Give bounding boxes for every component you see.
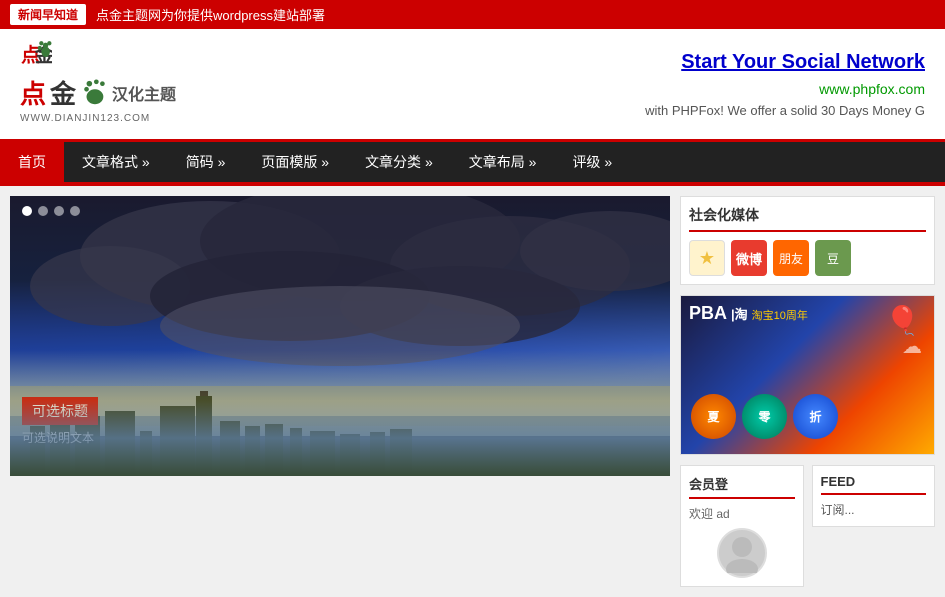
topbar-badge: 新闻早知道 [10,4,86,25]
social-media-widget: 社会化媒体 ★ 微博 朋友 豆 [680,196,935,285]
dot-4[interactable] [70,206,80,216]
feed-col: FEED 订阅... [812,465,936,587]
topbar-message: 点金主题网为你提供wordpress建站部署 [96,5,325,24]
logo-url: WWW.DIANJIN123.COM [20,113,150,124]
caption-subtitle: 可选说明文本 [22,429,98,446]
phpfox-url[interactable]: www.phpfox.com [645,78,925,100]
featured-svg [10,196,670,476]
logo-main: 点 金 [20,44,52,72]
feed-title: FEED [821,474,927,495]
feed-widget: FEED 订阅... [812,465,936,527]
header-right: Start Your Social Network www.phpfox.com… [645,46,925,121]
banner-circle-summer: 夏 [691,394,736,439]
banner-circle-extra: 折 [793,394,838,439]
member-widget: 会员登 欢迎 ad [680,465,804,587]
phpfox-desc: with PHPFox! We offer a solid 30 Days Mo… [645,101,925,122]
social-icon-douban[interactable]: 豆 [815,240,851,276]
balloon-icon: 🎈 [885,304,920,337]
header: 点 金 点 金 汉化主题 WWW.DIANJIN123.COM [0,29,945,142]
social-network-link[interactable]: Start Your Social Network [645,46,925,78]
member-welcome: 欢迎 ad [689,505,795,522]
banner-ad[interactable]: PBA |淘 淘宝10周年 🎈 ☁ 夏 零 折 [680,295,935,455]
nav-item-rating[interactable]: 评级 » [554,142,630,182]
dot-2[interactable] [38,206,48,216]
caption-overlay: 可选标题 可选说明文本 [22,397,98,446]
dot-3[interactable] [54,206,64,216]
featured-image: 可选标题 可选说明文本 [10,196,670,476]
social-icon-weibo[interactable]: 微博 [731,240,767,276]
paw-icon [80,79,108,107]
banner-summer-circles: 夏 零 折 [691,394,838,439]
right-sidebar: 社会化媒体 ★ 微博 朋友 豆 PBA |淘 淘宝10周年 🎈 ☁ 夏 零 [670,196,935,587]
logo-area: 点 金 点 金 汉化主题 WWW.DIANJIN123.COM [20,44,176,124]
social-icon-star[interactable]: ★ [689,240,725,276]
nav-item-categories[interactable]: 文章分类 » [347,142,451,182]
logo-hanhua: 汉化主题 [112,81,176,105]
nav-item-layout[interactable]: 文章布局 » [451,142,555,182]
feed-subscribe: 订阅... [821,501,927,518]
banner-circle-zero: 零 [742,394,787,439]
nav-item-home[interactable]: 首页 [0,142,64,182]
social-icon-pengyou[interactable]: 朋友 [773,240,809,276]
topbar: 新闻早知道 点金主题网为你提供wordpress建站部署 [0,0,945,29]
nav-item-shortcodes[interactable]: 简码 » [168,142,244,182]
caption-title: 可选标题 [22,397,98,425]
nav-item-formats[interactable]: 文章格式 » [64,142,168,182]
right-column-widgets: 会员登 欢迎 ad FEED 订阅... [680,465,935,587]
member-widget-title: 会员登 [689,474,795,499]
logo-dian: 点 [20,74,46,111]
banner-taobao: |淘 [731,304,748,323]
cloud-icon: ☁ [902,334,922,359]
banner-pba: PBA [689,304,727,322]
banner-ad-inner: PBA |淘 淘宝10周年 🎈 ☁ 夏 零 折 [681,296,934,454]
banner-taobao-text: 淘宝10周年 [752,307,808,323]
featured-area: 可选标题 可选说明文本 [10,196,670,587]
main-content: 可选标题 可选说明文本 社会化媒体 ★ 微博 朋友 豆 PBA |淘 淘宝10周… [0,186,945,597]
main-nav: 首页 文章格式 » 简码 » 页面模版 » 文章分类 » 文章布局 » 评级 » [0,142,945,182]
dot-1[interactable] [22,206,32,216]
member-avatar [717,528,767,578]
logo-paw-icon: 点 金 [20,40,52,72]
member-col: 会员登 欢迎 ad [680,465,804,587]
social-widget-title: 社会化媒体 [689,205,926,232]
logo-jin: 金 [50,74,76,111]
social-icons-row: ★ 微博 朋友 豆 [689,240,926,276]
nav-item-page-templates[interactable]: 页面模版 » [243,142,347,182]
slider-dots [22,206,80,216]
